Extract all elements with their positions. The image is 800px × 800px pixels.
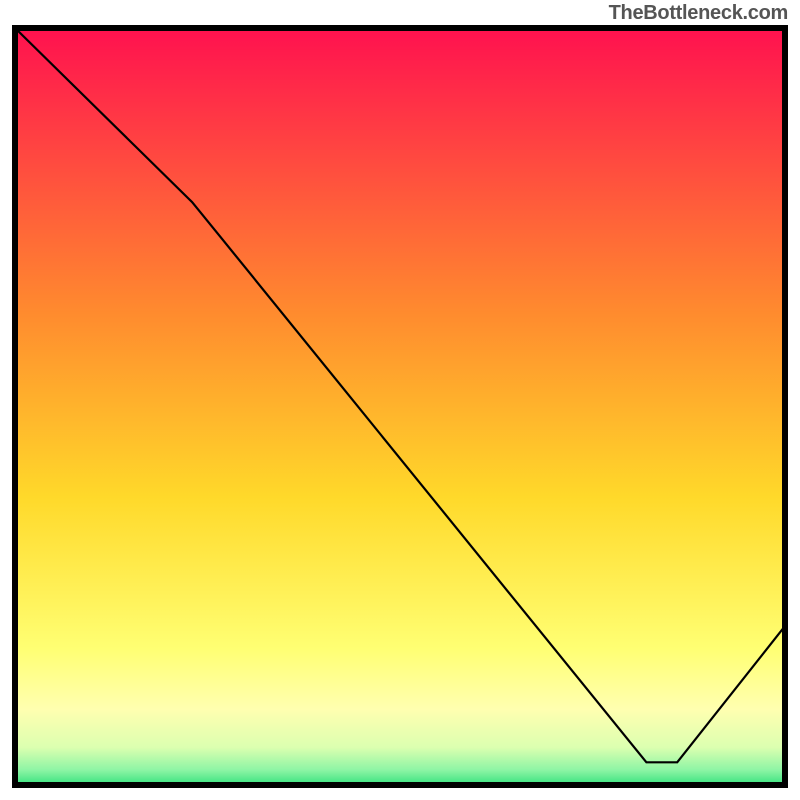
chart-container: TheBottleneck.com <box>0 0 800 800</box>
attribution-label: TheBottleneck.com <box>609 2 788 25</box>
chart-svg <box>0 0 800 800</box>
